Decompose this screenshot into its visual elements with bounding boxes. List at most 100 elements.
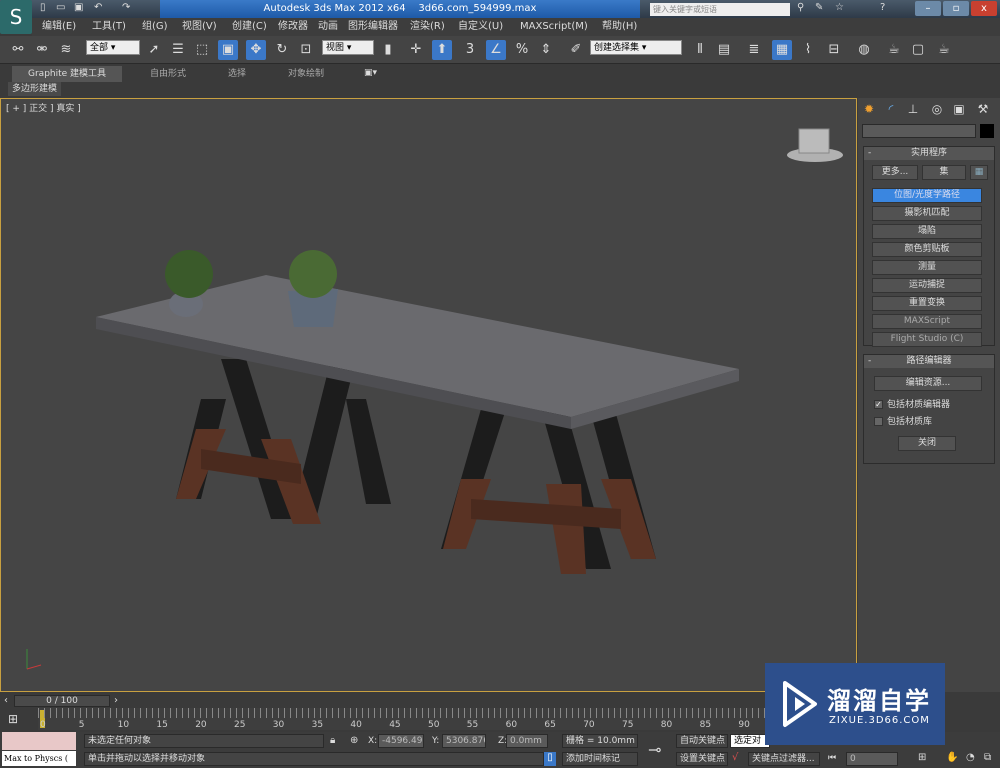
keyboard-shortcut-override-icon[interactable]: ⬆ [432, 40, 452, 60]
edit-named-selection-icon[interactable]: ✐ [566, 40, 586, 60]
new-file-icon[interactable]: ▯ [40, 2, 52, 14]
save-icon[interactable]: ▣ [74, 2, 86, 14]
utility-motion-capture[interactable]: 运动捕捉 [872, 278, 982, 293]
curve-editor-icon[interactable]: ⌇ [798, 40, 818, 60]
perspective-viewport[interactable]: [ + ] 正交 ] 真实 ] [0, 98, 857, 692]
create-tab-icon[interactable]: ✹ [860, 100, 878, 118]
utility-collapse[interactable]: 塌陷 [872, 224, 982, 239]
spinner-snap-icon[interactable]: ⇕ [536, 40, 556, 60]
wrench-icon[interactable]: ✎ [815, 2, 827, 14]
close-path-editor-button[interactable]: 关闭 [898, 436, 956, 451]
menu-graph-editors[interactable]: 图形编辑器 [348, 18, 398, 36]
lock-selection-icon[interactable]: 🔒︎ [330, 735, 335, 746]
render-production-icon[interactable]: ☕ [934, 40, 954, 60]
more-button[interactable]: 更多... [872, 165, 918, 180]
close-button[interactable]: x [971, 1, 997, 16]
utility-camera-match[interactable]: 摄影机匹配 [872, 206, 982, 221]
app-logo-button[interactable]: S [0, 0, 32, 34]
key-mode-icon[interactable]: √ [732, 752, 738, 763]
angle-snap-icon[interactable]: ∠ [486, 40, 506, 60]
mini-curve-editor-icon[interactable]: ⊞ [8, 712, 18, 726]
polygon-modeling-panel[interactable]: 多边形建模 [8, 82, 62, 96]
path-editor-rollout-header[interactable]: - 路径编辑器 [864, 355, 994, 368]
selection-filter-dropdown[interactable]: 全部 ▾ [86, 40, 140, 55]
rectangle-selection-icon[interactable]: ⬚ [192, 40, 212, 60]
menu-customize[interactable]: 自定义(U) [458, 18, 503, 36]
menu-group[interactable]: 组(G) [142, 18, 168, 36]
undo-icon[interactable]: ↶ [94, 2, 106, 14]
time-slider-thumb[interactable]: 0 / 100 [14, 695, 110, 707]
pivot-center-icon[interactable]: ▮ [378, 40, 398, 60]
display-tab-icon[interactable]: ▣ [950, 100, 968, 118]
menu-rendering[interactable]: 渲染(R) [410, 18, 445, 36]
open-file-icon[interactable]: ▭ [56, 2, 68, 14]
set-key-button[interactable]: 设置关键点 [676, 752, 728, 766]
material-editor-icon[interactable]: ◍ [854, 40, 874, 60]
menu-edit[interactable]: 编辑(E) [42, 18, 76, 36]
current-frame-field[interactable]: 0 [846, 752, 898, 766]
add-time-tag-button[interactable]: 添加时间标记 [562, 752, 638, 766]
snaps-toggle-icon[interactable]: 3 [460, 40, 480, 60]
x-coordinate-field[interactable]: -4596.498 [378, 734, 424, 748]
redo-icon[interactable]: ↷ [122, 2, 134, 14]
ribbon-options-icon[interactable]: ▣▾ [364, 68, 377, 78]
utilities-rollout-header[interactable]: - 实用程序 [864, 147, 994, 160]
maximize-button[interactable]: ▫ [943, 1, 969, 16]
menu-create[interactable]: 创建(C) [232, 18, 267, 36]
help-icon[interactable]: ? [880, 2, 892, 14]
maxscript-listener-pink[interactable] [2, 732, 76, 750]
y-coordinate-field[interactable]: 5306.876m [442, 734, 486, 748]
maxscript-listener-input[interactable]: Max to Physcs ( [2, 751, 76, 766]
hierarchy-tab-icon[interactable]: ⊥ [904, 100, 922, 118]
menu-maxscript[interactable]: MAXScript(M) [520, 18, 588, 36]
link-icon[interactable]: ⚯ [8, 40, 28, 60]
reference-coord-dropdown[interactable]: 视图 ▾ [322, 40, 374, 55]
utility-reset-xform[interactable]: 重置变换 [872, 296, 982, 311]
schematic-view-icon[interactable]: ⊟ [824, 40, 844, 60]
z-coordinate-field[interactable]: 0.0mm [506, 734, 548, 748]
binoculars-icon[interactable]: ⚲ [797, 2, 809, 14]
tab-selection[interactable]: 选择 [212, 66, 262, 82]
modify-tab-icon[interactable]: ◜ [882, 100, 900, 118]
named-selection-dropdown[interactable]: 创建选择集 ▾ [590, 40, 682, 55]
menu-tools[interactable]: 工具(T) [92, 18, 126, 36]
auto-key-button[interactable]: 自动关键点 [676, 734, 728, 748]
utility-measure[interactable]: 测量 [872, 260, 982, 275]
key-filters-button[interactable]: 关键点过滤器... [748, 752, 820, 766]
menu-animation[interactable]: 动画 [318, 18, 338, 36]
motion-tab-icon[interactable]: ◎ [928, 100, 946, 118]
include-material-library-checkbox[interactable]: 包括材质库 [874, 416, 932, 428]
layer-manager-icon[interactable]: ≣ [744, 40, 764, 60]
rendered-frame-icon[interactable]: ▢ [908, 40, 928, 60]
align-icon[interactable]: ▤ [714, 40, 734, 60]
next-frame-icon[interactable]: › [114, 695, 118, 706]
graphite-toggle-icon[interactable]: ▦ [772, 40, 792, 60]
select-by-name-icon[interactable]: ☰ [168, 40, 188, 60]
search-input[interactable]: 键入关键字或短语 [650, 3, 790, 16]
configure-sets-icon[interactable]: ▦ [970, 165, 988, 180]
object-name-field[interactable] [862, 124, 976, 138]
select-rotate-icon[interactable]: ↻ [272, 40, 292, 60]
include-material-editor-checkbox[interactable]: ✓ 包括材质编辑器 [874, 399, 950, 411]
orbit-icon[interactable]: ◔ [966, 752, 975, 763]
object-color-swatch[interactable] [980, 124, 994, 138]
render-setup-icon[interactable]: ☕ [884, 40, 904, 60]
select-move-icon[interactable]: ✥ [246, 40, 266, 60]
maximize-viewport-icon[interactable]: ⧉ [984, 752, 991, 763]
zoom-extents-icon[interactable]: ⊞ [918, 752, 926, 763]
bind-space-warp-icon[interactable]: ≋ [56, 40, 76, 60]
menu-help[interactable]: 帮助(H) [602, 18, 637, 36]
utilities-tab-icon[interactable]: ⚒ [974, 100, 992, 118]
percent-snap-icon[interactable]: % [512, 40, 532, 60]
select-object-icon[interactable]: ➚ [144, 40, 164, 60]
mirror-icon[interactable]: ⫴ [690, 40, 710, 60]
set-key-icon[interactable]: ⊸ [648, 740, 661, 759]
absolute-mode-icon[interactable]: ⊕ [350, 735, 358, 746]
unlink-icon[interactable]: ⚮ [32, 40, 52, 60]
utility-color-clipboard[interactable]: 颜色剪贴板 [872, 242, 982, 257]
tab-object-paint[interactable]: 对象绘制 [272, 66, 340, 82]
utility-maxscript[interactable]: MAXScript [872, 314, 982, 329]
pan-icon[interactable]: ✋ [946, 752, 958, 763]
utility-flight-studio[interactable]: Flight Studio (C) [872, 332, 982, 347]
window-crossing-icon[interactable]: ▣ [218, 40, 238, 60]
